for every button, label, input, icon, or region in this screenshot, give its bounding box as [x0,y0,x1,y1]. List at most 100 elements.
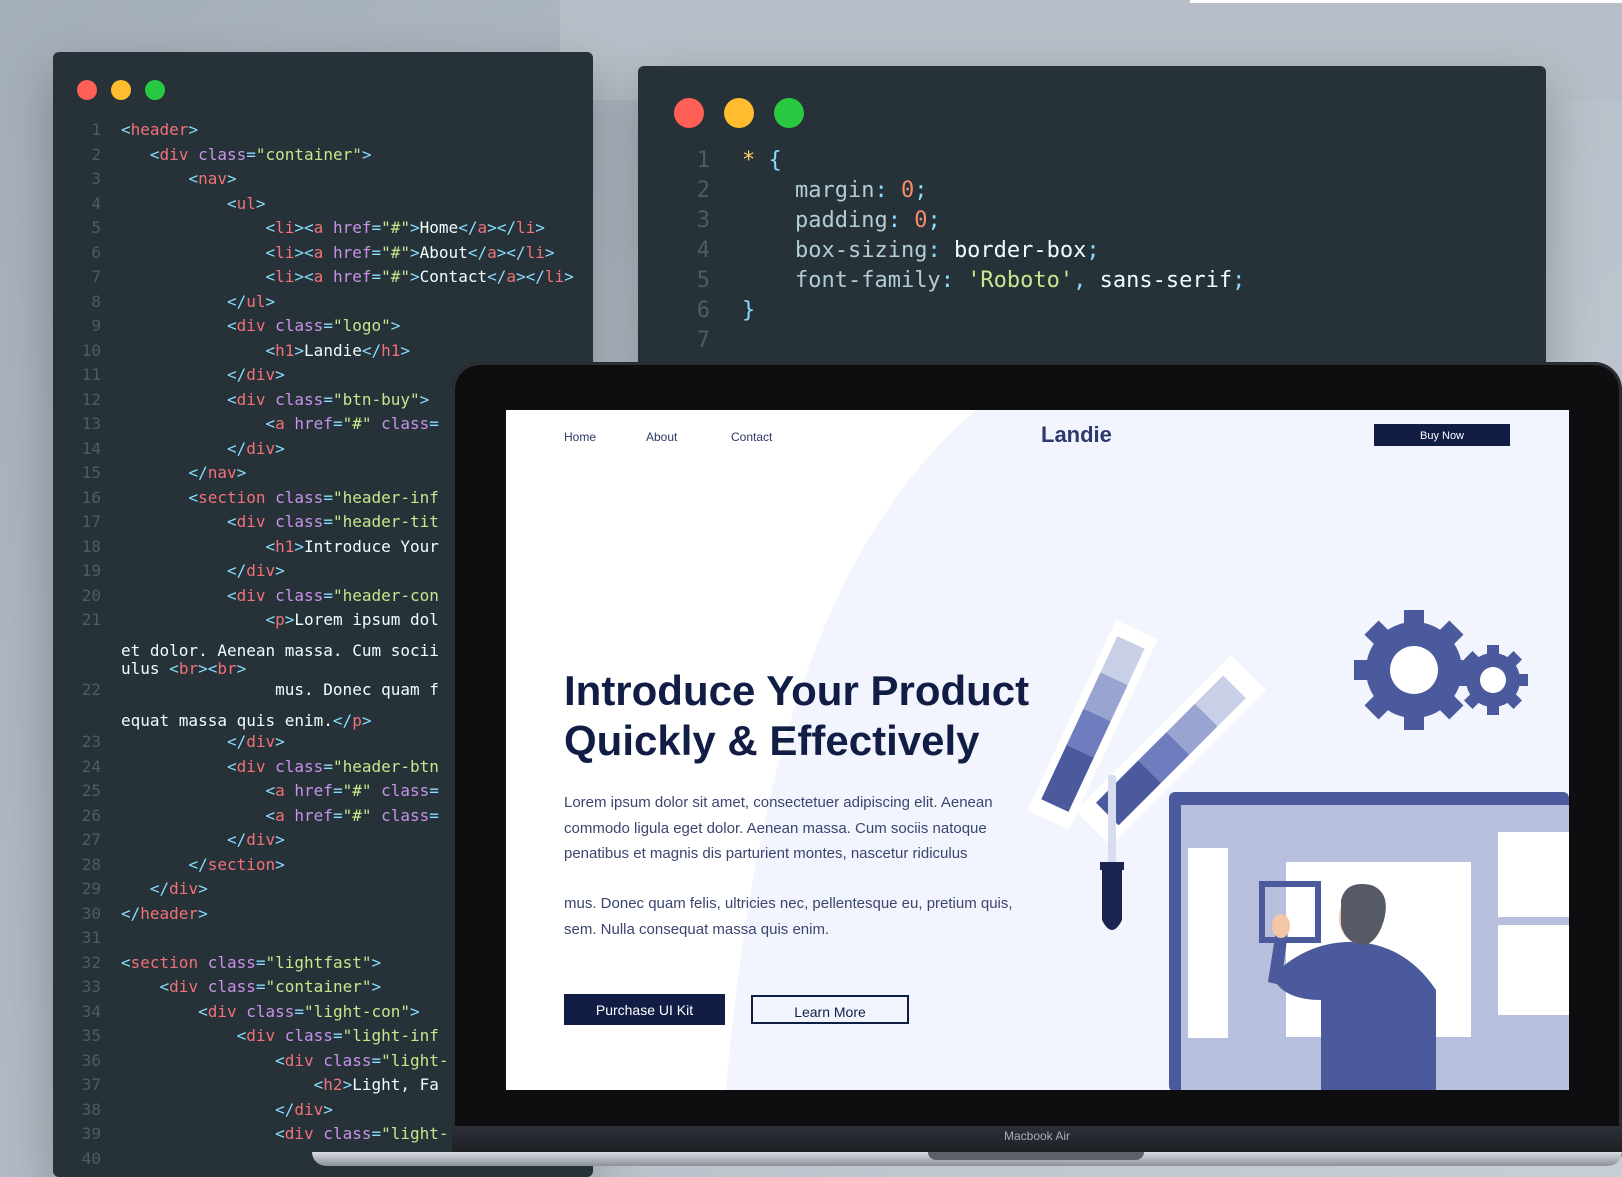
code-token: class [246,1001,295,1021]
code-token: < [226,512,237,531]
code-token: ; [1086,238,1100,263]
code-token: h1 [275,536,295,556]
code-token: < [236,1026,247,1045]
close-dot[interactable] [77,80,97,100]
code-token: div [207,1001,247,1021]
code-token: "#" [381,242,411,262]
code-token: div [236,585,276,605]
learn-more-button[interactable]: Learn More [751,995,909,1024]
code-token: equat massa quis enim. [121,711,333,730]
code-line: 6} [638,296,1245,326]
code-token: div [236,512,276,531]
code-token: : [874,178,901,203]
code-token: </ [121,903,141,923]
code-token: > [265,291,276,311]
code-token: font-family [794,268,941,293]
line-number: 4 [696,238,710,263]
code-line: 9 <div class="logo"> [53,314,574,339]
code-token: div [246,438,276,458]
code-token: </ [226,732,247,751]
code-token: = [255,952,266,972]
code-token: "#" [381,267,411,286]
code-line: 2 <div class="container"> [53,143,574,168]
line-number: 32 [81,952,101,972]
code-token: > [361,144,372,164]
code-token: > [544,242,555,262]
code-token: > [419,389,430,409]
code-token: class [207,977,256,996]
nav-about-link[interactable]: About [646,430,677,444]
maximize-dot[interactable] [145,80,165,100]
line-number: 12 [81,389,101,409]
code-line: 7 <li><a href="#">Contact</a></li> [53,265,573,290]
background-strip [1190,0,1622,3]
code-token: h1 [275,340,295,360]
code-token: p [352,711,362,730]
code-line: 3 <nav> [53,167,574,192]
code-token: < [121,952,131,972]
code-token: > [275,732,285,751]
code-line: 7 [638,326,1245,356]
code-token: div [169,977,208,996]
code-token: = [371,1124,382,1143]
code-token: href [332,218,372,237]
line-number: 35 [81,1026,101,1045]
code-line: 1 * { [638,146,1245,176]
code-token: mus. Donec quam f [275,680,439,699]
code-token: ul [236,193,256,213]
minimize-dot[interactable] [724,98,754,128]
showcase-scene: 1 <header> 2 <div class="container"> 3 <nav… [0,0,1622,1177]
nav-home-link[interactable]: Home [564,430,596,444]
line-number: 34 [81,1001,101,1021]
buy-now-button[interactable]: Buy Now [1374,424,1510,446]
code-token: li [544,267,565,286]
laptop-mockup: Home About Contact Landie Buy Now Introd… [312,362,1622,1177]
code-token: "#" [381,218,411,237]
code-token: = [323,316,333,335]
code-token: </ [226,291,247,311]
nav-contact-link[interactable]: Contact [731,430,772,444]
line-number: 5 [696,268,710,293]
code-token: header [140,903,199,923]
code-token: br [217,659,237,678]
code-token: a [487,242,497,262]
code-token: About [419,242,468,262]
close-dot[interactable] [674,98,704,128]
code-token: href [294,414,333,433]
code-token: > [410,267,420,286]
minimize-dot[interactable] [111,80,131,100]
code-token: : [887,208,915,233]
maximize-dot[interactable] [774,98,804,128]
code-token: = [255,977,266,996]
code-token: : [927,238,954,263]
code-token: < [265,242,276,262]
code-token: a [313,242,333,262]
code-token: > [535,218,545,237]
code-token: < [226,316,237,335]
code-token: = [371,267,382,286]
code-line: 4 box-sizing: border-box; [638,236,1245,266]
code-token: = [371,242,382,262]
purchase-ui-kit-button[interactable]: Purchase UI Kit [564,994,725,1025]
code-token: padding [794,208,888,233]
code-token: = [429,781,439,800]
code-token: = [323,585,333,605]
code-token: section [207,854,276,874]
line-number: 24 [81,756,101,776]
code-token: </ [487,267,507,286]
site-logo[interactable]: Landie [1041,422,1112,448]
line-number: 39 [81,1124,101,1143]
line-number: 6 [696,298,710,323]
code-token: "logo" [332,316,391,335]
